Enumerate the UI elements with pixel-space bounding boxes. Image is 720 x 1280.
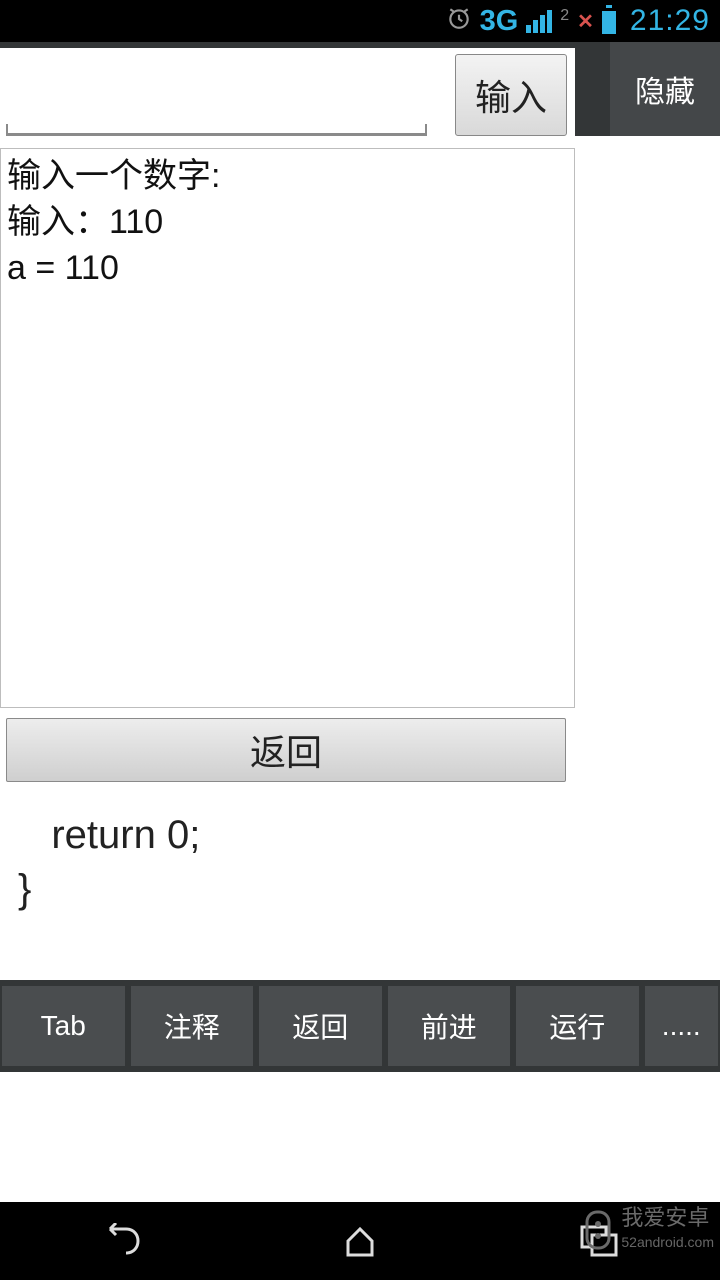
toolbar-run[interactable]: 运行 xyxy=(516,986,639,1066)
battery-icon xyxy=(602,8,616,34)
input-button[interactable]: 输入 xyxy=(455,54,567,136)
watermark-title: 我爱安卓 xyxy=(621,1206,709,1230)
code-area[interactable]: return 0; } xyxy=(0,808,720,916)
toolbar: Tab 注释 返回 前进 运行 ..... xyxy=(0,980,720,1072)
program-panel: 输入 输入一个数字: 输入：110 a = 110 返回 xyxy=(0,48,575,782)
toolbar-back[interactable]: 返回 xyxy=(259,986,382,1066)
hide-button[interactable]: 隐藏 xyxy=(610,42,720,136)
toolbar-tab[interactable]: Tab xyxy=(2,986,125,1066)
toolbar-forward[interactable]: 前进 xyxy=(388,986,511,1066)
input-field-wrap xyxy=(6,56,427,136)
input-row: 输入 xyxy=(0,48,575,136)
watermark-sub: 52android.com xyxy=(621,1230,714,1254)
input-field[interactable] xyxy=(6,56,427,136)
nav-back-button[interactable] xyxy=(60,1216,180,1266)
status-bar: 3G 2 ✕ 21:29 xyxy=(0,0,720,42)
watermark-icon xyxy=(581,1208,615,1252)
keyboard-gap xyxy=(0,1072,720,1202)
toolbar-more[interactable]: ..... xyxy=(645,986,719,1066)
no-signal-icon: ✕ xyxy=(577,9,594,34)
nav-home-button[interactable] xyxy=(300,1216,420,1266)
clock-time: 21:29 xyxy=(630,4,710,38)
network-label: 3G xyxy=(480,5,519,38)
output-area: 输入一个数字: 输入：110 a = 110 xyxy=(0,148,575,708)
signal-icon xyxy=(526,9,552,33)
alarm-icon xyxy=(446,5,472,38)
watermark: 我爱安卓 52android.com xyxy=(581,1206,714,1254)
sim2-label: 2 xyxy=(560,7,569,25)
toolbar-comment[interactable]: 注释 xyxy=(131,986,254,1066)
return-button[interactable]: 返回 xyxy=(6,718,566,782)
